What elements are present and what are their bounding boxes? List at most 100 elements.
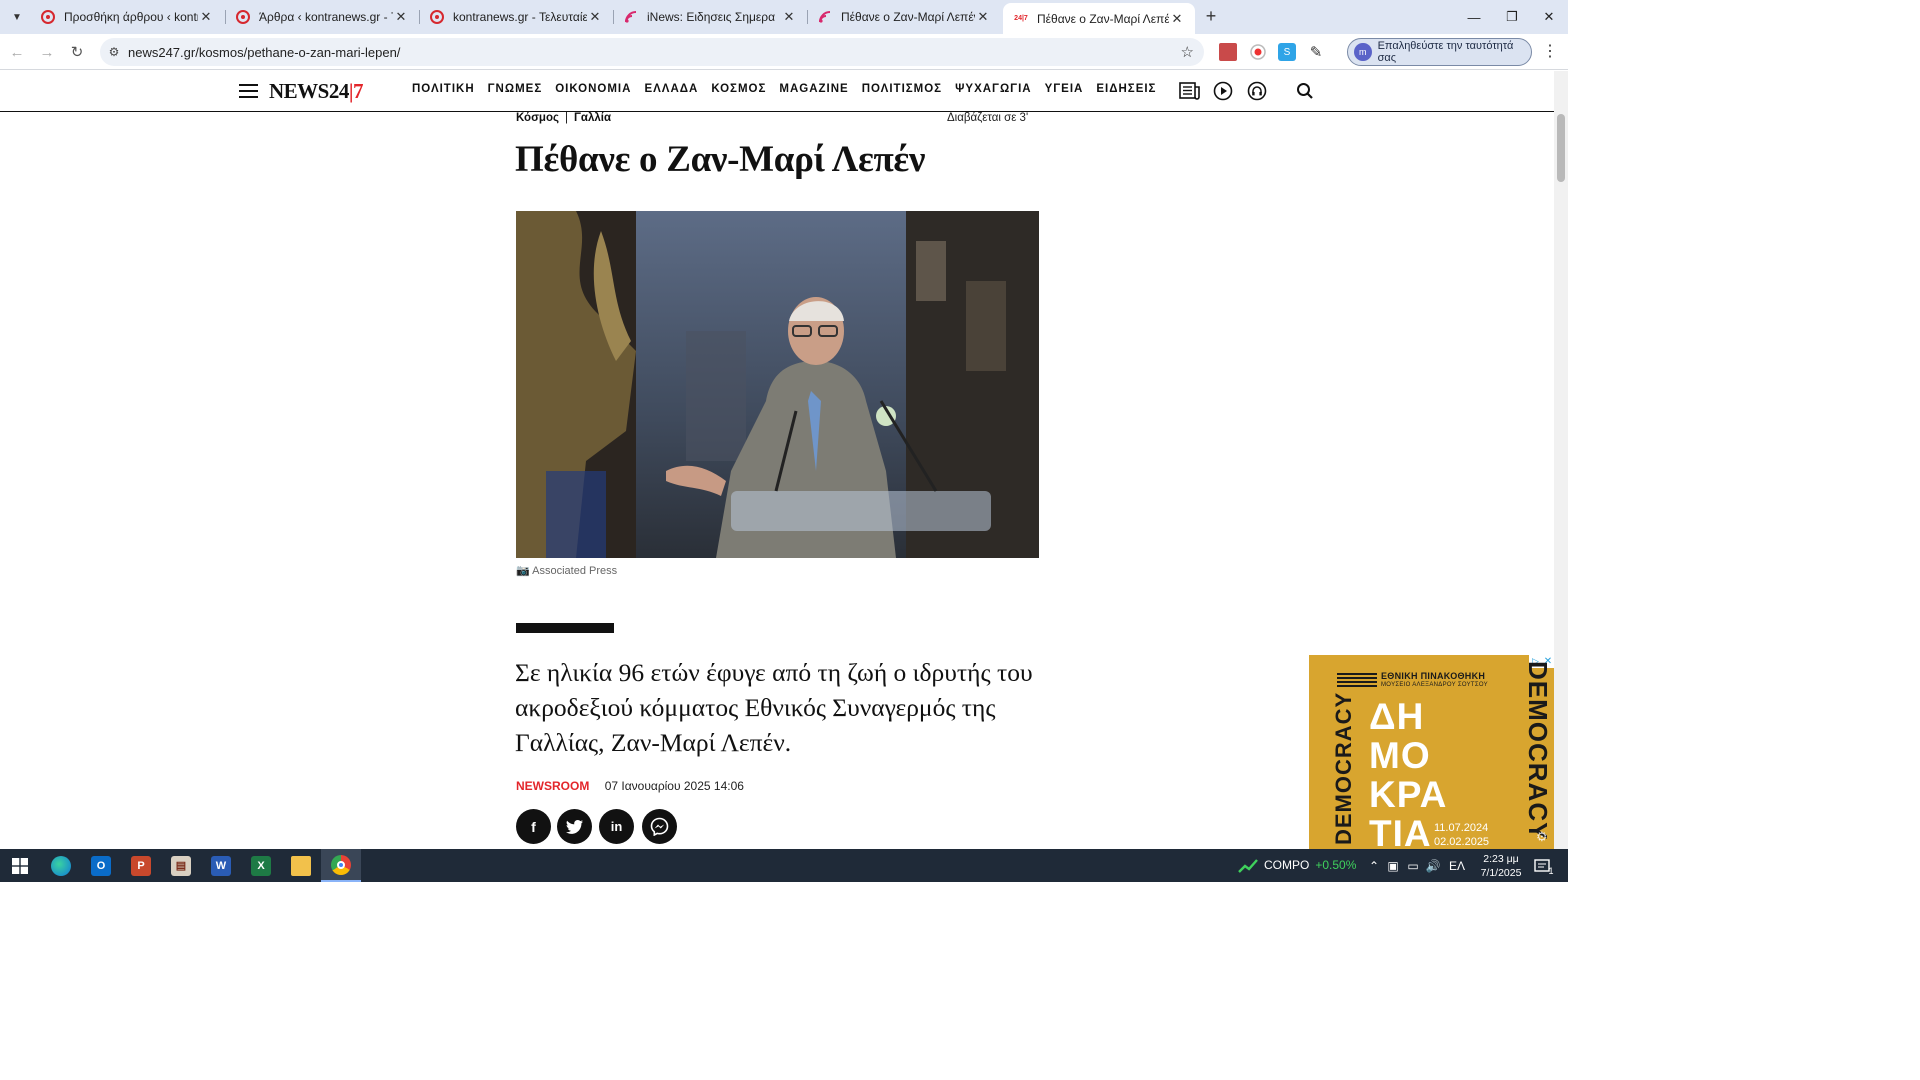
author-name[interactable]: NEWSROOM xyxy=(516,779,589,793)
browser-tab[interactable]: Προσθήκη άρθρου ‹ kontranews.gr ✕ xyxy=(30,3,224,31)
browser-tab[interactable]: kontranews.gr - Τελευταίες ειδήσεις ✕ xyxy=(419,3,613,31)
browser-toolbar: ← → ↻ ⚙ news247.gr/kosmos/pethane-o-zan-… xyxy=(0,34,1568,70)
bookmark-star-icon[interactable]: ☆ xyxy=(1181,43,1194,61)
stock-change: +0.50% xyxy=(1315,858,1357,872)
back-button[interactable]: ← xyxy=(6,41,28,63)
volume-icon[interactable]: 🔊 xyxy=(1424,849,1442,882)
podcast-headphones-icon[interactable] xyxy=(1246,80,1268,102)
tab-title: Άρθρα ‹ kontranews.gr - Τελευταίες xyxy=(259,10,393,24)
show-hidden-icons-chevron-icon[interactable]: ⌃ xyxy=(1366,849,1382,882)
breadcrumb-category[interactable]: Κόσμος xyxy=(516,112,559,124)
tab-title: iNews: Ειδησεις Σημερα xyxy=(647,10,776,24)
kontranews-icon xyxy=(429,9,445,25)
browser-menu-icon[interactable]: ⋮ xyxy=(1540,42,1560,62)
nav-item-ellada[interactable]: ΕΛΛΑΔΑ xyxy=(644,83,698,95)
lead-divider xyxy=(516,623,614,633)
library-app-icon[interactable]: ▤ xyxy=(161,849,201,882)
kontranews-icon xyxy=(235,9,251,25)
taskbar-clock[interactable]: 2:23 μμ 7/1/2025 xyxy=(1476,852,1526,880)
close-icon[interactable]: ✕ xyxy=(781,9,797,25)
stock-widget[interactable]: COMPO +0.50% xyxy=(1238,857,1356,873)
ad-settings-gear-icon[interactable]: ⚙ xyxy=(1536,829,1552,845)
nav-item-gnomes[interactable]: ΓΝΩΜΕΣ xyxy=(488,83,543,95)
advertisement-banner[interactable]: ▷ ✕ ΕΘΝΙΚΗ ΠΙΝΑΚΟΘΗΚΗ ΜΟΥΣΕΙΟ ΑΛΕΞΑΝΔΡΟΥ… xyxy=(1309,655,1554,849)
close-icon[interactable]: ✕ xyxy=(393,9,409,25)
profile-avatar: m xyxy=(1354,43,1372,61)
verify-identity-button[interactable]: m Επαληθεύστε την ταυτότητά σας xyxy=(1347,38,1532,66)
input-language[interactable]: ΕΛ xyxy=(1446,849,1468,882)
nav-item-psychagogia[interactable]: ΨΥΧΑΓΩΓΙΑ xyxy=(955,83,1032,95)
extension-icon[interactable] xyxy=(1219,43,1237,61)
linkedin-share-button[interactable]: in xyxy=(599,809,634,844)
facebook-share-button[interactable]: f xyxy=(516,809,551,844)
tab-search-button[interactable]: ▼ xyxy=(6,6,28,28)
excel-icon[interactable]: X xyxy=(241,849,281,882)
close-icon[interactable]: ✕ xyxy=(1169,11,1185,27)
byline: NEWSROOM 07 Ιανουαρίου 2025 14:06 xyxy=(516,779,744,793)
outlook-icon[interactable]: O xyxy=(81,849,121,882)
new-tab-button[interactable]: + xyxy=(1200,6,1222,28)
facebook-icon: f xyxy=(531,818,536,835)
breadcrumb-subcategory[interactable]: Γαλλία xyxy=(574,112,611,124)
minimize-button[interactable]: — xyxy=(1455,0,1493,34)
tab-title: Πέθανε ο Ζαν-Μαρί Λεπέν - ρεπορτάζ xyxy=(841,10,975,24)
nav-item-oikonomia[interactable]: ΟΙΚΟΝΟΜΙΑ xyxy=(555,83,631,95)
kontranews-icon xyxy=(40,9,56,25)
display-icon[interactable]: ▭ xyxy=(1404,849,1422,882)
nav-item-ygeia[interactable]: ΥΓΕΙΑ xyxy=(1045,83,1084,95)
forward-button[interactable]: → xyxy=(36,41,58,63)
nav-item-magazine[interactable]: MAGAZINE xyxy=(779,83,848,95)
browser-tab-active[interactable]: 24|7 Πέθανε ο Ζαν-Μαρί Λεπέν ✕ xyxy=(1003,3,1195,34)
play-video-icon[interactable] xyxy=(1212,80,1234,102)
camera-icon: 📷 xyxy=(516,565,530,577)
powerpoint-icon[interactable]: P xyxy=(121,849,161,882)
read-time: Διαβάζεται σε 3' xyxy=(947,112,1029,124)
extensions-puzzle-icon[interactable]: ✎ xyxy=(1307,43,1325,61)
messenger-icon xyxy=(650,817,669,836)
network-monitor-icon[interactable]: ▣ xyxy=(1384,849,1402,882)
browser-tab[interactable]: Πέθανε ο Ζαν-Μαρί Λεπέν - ρεπορτάζ ✕ xyxy=(807,3,1001,31)
scrollbar-thumb[interactable] xyxy=(1557,114,1565,182)
browser-tab-strip: ▼ Προσθήκη άρθρου ‹ kontranews.gr ✕ Άρθρ… xyxy=(0,0,1568,34)
search-icon[interactable] xyxy=(1294,80,1316,102)
twitter-icon xyxy=(565,819,583,834)
reload-button[interactable]: ↻ xyxy=(66,41,88,63)
hamburger-menu-icon[interactable] xyxy=(239,84,258,98)
page-scrollbar[interactable] xyxy=(1554,71,1568,849)
site-settings-icon[interactable]: ⚙ xyxy=(100,45,128,59)
article-lead: Σε ηλικία 96 ετών έφυγε από τη ζωή ο ιδρ… xyxy=(515,658,1033,757)
edge-browser-icon[interactable] xyxy=(41,849,81,882)
chrome-icon[interactable] xyxy=(321,849,361,882)
main-navigation: ΠΟΛΙΤΙΚΗ ΓΝΩΜΕΣ ΟΙΚΟΝΟΜΙΑ ΕΛΛΑΔΑ ΚΟΣΜΟΣ … xyxy=(412,83,1156,95)
close-icon[interactable]: ✕ xyxy=(587,9,603,25)
extension-icon[interactable]: S xyxy=(1278,43,1296,61)
nav-item-kosmos[interactable]: ΚΟΣΜΟΣ xyxy=(711,83,766,95)
news247-icon: 24|7 xyxy=(1014,15,1028,22)
site-header: NEWS24|7 ΠΟΛΙΤΙΚΗ ΓΝΩΜΕΣ ΟΙΚΟΝΟΜΙΑ ΕΛΛΑΔ… xyxy=(0,71,1554,112)
browser-tab[interactable]: iNews: Ειδησεις Σημερα ✕ xyxy=(613,3,807,31)
browser-tab[interactable]: Άρθρα ‹ kontranews.gr - Τελευταίες ✕ xyxy=(225,3,419,31)
restore-button[interactable]: ❐ xyxy=(1493,0,1531,34)
ad-headline-line: ΤΙΑ xyxy=(1369,813,1432,850)
messenger-share-button[interactable] xyxy=(642,809,677,844)
close-window-button[interactable]: ✕ xyxy=(1530,0,1568,34)
windows-taskbar: O P ▤ W X COMPO +0.50% ⌃ ▣ ▭ 🔊 ΕΛ 2:23 μ… xyxy=(0,849,1568,882)
museum-logo-icon xyxy=(1337,673,1377,689)
site-logo[interactable]: NEWS24|7 xyxy=(269,79,363,104)
notifications-icon[interactable]: 1 xyxy=(1530,849,1558,882)
word-icon[interactable]: W xyxy=(201,849,241,882)
close-icon[interactable]: ✕ xyxy=(198,9,214,25)
museum-name: ΕΘΝΙΚΗ ΠΙΝΑΚΟΘΗΚΗ xyxy=(1381,671,1486,681)
nav-item-politiki[interactable]: ΠΟΛΙΤΙΚΗ xyxy=(412,83,475,95)
tab-title: Πέθανε ο Ζαν-Μαρί Λεπέν xyxy=(1037,11,1169,26)
nav-item-eidiseis[interactable]: ΕΙΔΗΣΕΙΣ xyxy=(1096,83,1156,95)
record-extension-icon[interactable] xyxy=(1249,43,1267,61)
newspaper-icon[interactable] xyxy=(1178,80,1200,102)
close-icon[interactable]: ✕ xyxy=(975,9,991,25)
file-explorer-icon[interactable] xyxy=(281,849,321,882)
photo-credit: 📷 Associated Press xyxy=(516,565,618,577)
nav-item-politismos[interactable]: ΠΟΛΙΤΙΣΜΟΣ xyxy=(862,83,942,95)
address-bar[interactable]: ⚙ news247.gr/kosmos/pethane-o-zan-mari-l… xyxy=(100,38,1204,66)
twitter-share-button[interactable] xyxy=(557,809,592,844)
windows-start-icon[interactable] xyxy=(0,849,40,882)
